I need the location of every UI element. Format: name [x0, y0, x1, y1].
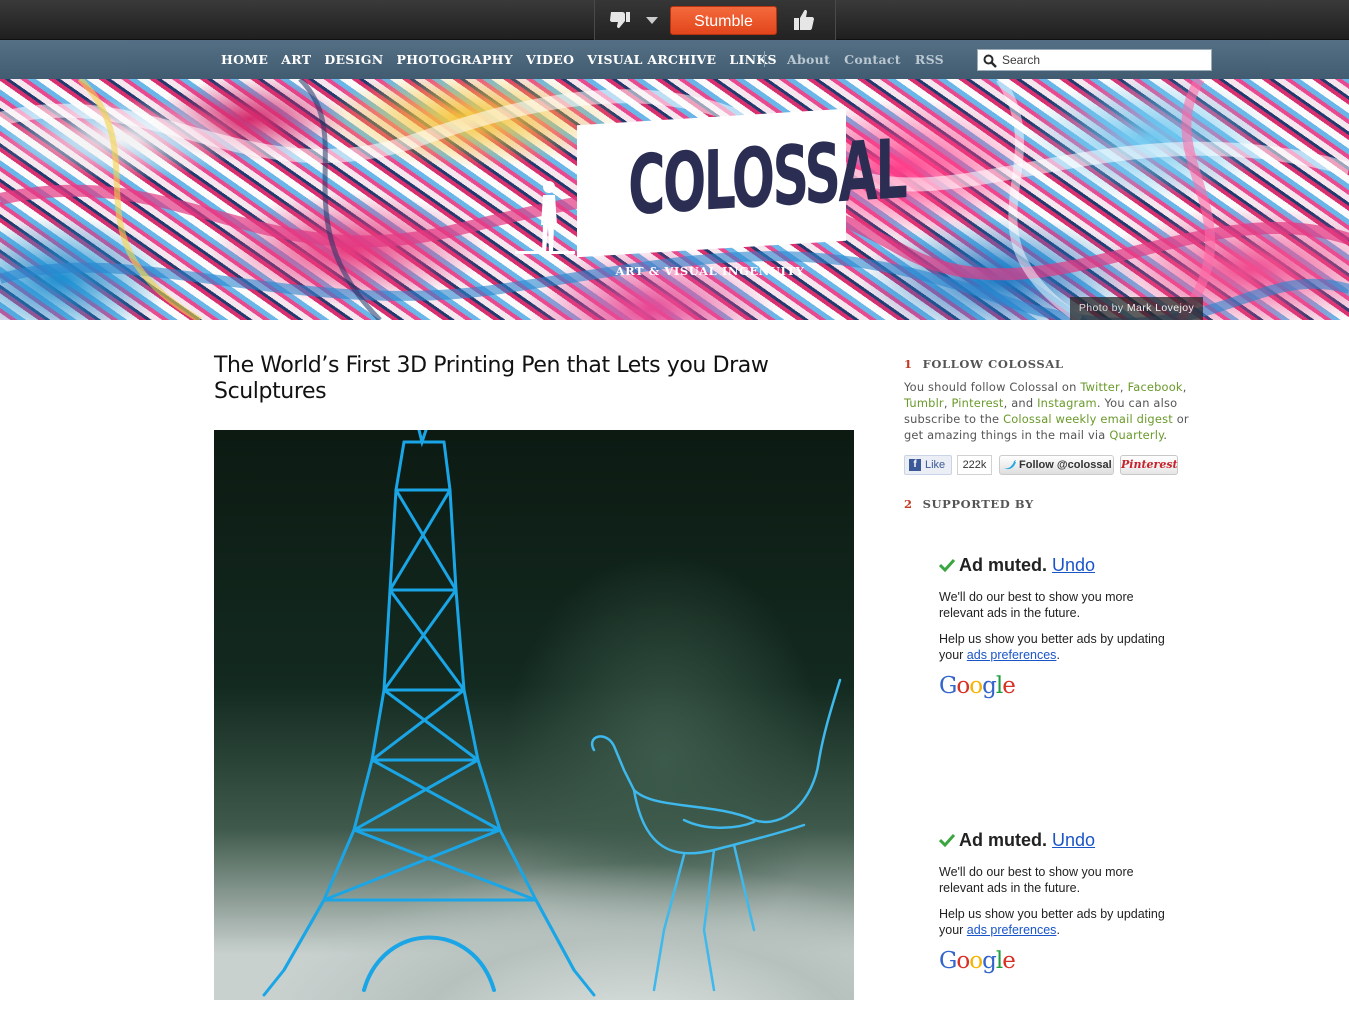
checkmark-icon	[939, 558, 955, 572]
email-digest-link[interactable]: Colossal weekly email digest	[1003, 412, 1173, 426]
thumb-down-icon[interactable]	[609, 10, 631, 32]
section-title: FOLLOW COLOSSAL	[922, 357, 1064, 371]
nav-about[interactable]: About	[787, 52, 830, 67]
separator: , and	[1003, 396, 1038, 410]
ads-preferences-link[interactable]: ads preferences	[967, 648, 1057, 662]
nav-contact[interactable]: Contact	[844, 52, 901, 67]
ad-muted-panel: Ad muted. Undo We'll do our best to show…	[939, 827, 1179, 978]
hero-banner: COLOSSAL ART & VISUAL INGENUITY Photo by…	[0, 79, 1349, 320]
follow-text: You should follow Colossal on	[904, 380, 1081, 394]
tumblr-link[interactable]: Tumblr	[904, 396, 944, 410]
facebook-icon: f	[909, 459, 921, 471]
ad-muted-text: Ad muted.	[959, 555, 1047, 575]
ad-muted-text: Ad muted.	[959, 830, 1047, 850]
site-logo[interactable]: COLOSSAL	[577, 108, 906, 258]
separator: ,	[1182, 380, 1187, 394]
ad-preferences-text: Help us show you better ads by updating …	[939, 632, 1179, 663]
article-title[interactable]: The World’s First 3D Printing Pen that L…	[214, 353, 854, 405]
stumble-controls: Stumble	[594, 0, 836, 40]
secondary-nav: About Contact RSS	[787, 40, 958, 79]
nav-home[interactable]: HOME	[221, 52, 268, 67]
photo-credit: Photo by Mark Lovejoy	[1070, 297, 1203, 320]
stumble-button[interactable]: Stumble	[670, 6, 777, 35]
nav-rss[interactable]: RSS	[915, 52, 944, 67]
like-count: 222k	[957, 455, 992, 475]
section-number: 2	[904, 497, 913, 511]
google-logo: Google	[939, 948, 1016, 974]
separator: ,	[1119, 380, 1128, 394]
logo-text: COLOSSAL	[628, 122, 906, 235]
quarterly-link[interactable]: Quarterly	[1109, 428, 1163, 442]
search-placeholder: Search	[1002, 53, 1041, 67]
nav-divider	[764, 51, 765, 67]
ad-muted-heading: Ad muted. Undo	[939, 827, 1179, 853]
twitter-bird-icon	[1004, 460, 1016, 470]
ad-feedback-text: We'll do our best to show you more relev…	[939, 590, 1134, 620]
nav-links[interactable]: LINKS	[729, 52, 776, 67]
main-navigation: HOME ART DESIGN PHOTOGRAPHY VIDEO VISUAL…	[0, 40, 1349, 79]
ad-muted-heading: Ad muted. Undo	[939, 552, 1179, 578]
site-tagline: ART & VISUAL INGENUITY	[615, 264, 805, 278]
section-number: 1	[904, 357, 913, 371]
nav-visual-archive[interactable]: VISUAL ARCHIVE	[587, 52, 716, 67]
like-label: Like	[925, 459, 946, 471]
3d-pen-sculptures-illustration	[262, 430, 842, 997]
primary-nav: HOME ART DESIGN PHOTOGRAPHY VIDEO VISUAL…	[221, 40, 790, 79]
ad-feedback-text: We'll do our best to show you more relev…	[939, 865, 1134, 895]
ad-muted-panel: Ad muted. Undo We'll do our best to show…	[939, 552, 1179, 703]
nav-video[interactable]: VIDEO	[526, 52, 574, 67]
nav-art[interactable]: ART	[281, 52, 311, 67]
twitter-link[interactable]: Twitter	[1080, 380, 1120, 394]
facebook-like-button[interactable]: f Like	[904, 455, 952, 475]
stumbleupon-toolbar: Stumble	[0, 0, 1349, 40]
follow-colossal-heading: 1 FOLLOW COLOSSAL	[904, 357, 1064, 371]
facebook-link[interactable]: Facebook	[1128, 380, 1183, 394]
nav-photography[interactable]: PHOTOGRAPHY	[397, 52, 513, 67]
undo-link[interactable]: Undo	[1052, 555, 1095, 575]
checkmark-icon	[939, 833, 955, 847]
undo-link[interactable]: Undo	[1052, 830, 1095, 850]
section-title: SUPPORTED BY	[922, 497, 1034, 511]
follow-description: You should follow Colossal on Twitter, F…	[904, 379, 1189, 443]
pinterest-link[interactable]: Pinterest	[951, 396, 1003, 410]
pinterest-button[interactable]: Pinterest	[1120, 455, 1178, 475]
search-icon	[983, 54, 997, 68]
chevron-down-icon[interactable]	[646, 17, 658, 24]
ad-preferences-suffix: .	[1056, 922, 1060, 937]
thumb-up-icon[interactable]	[792, 8, 816, 32]
ads-preferences-link[interactable]: ads preferences	[967, 923, 1057, 937]
search-input[interactable]: Search	[977, 49, 1212, 71]
ad-preferences-text: Help us show you better ads by updating …	[939, 907, 1179, 938]
google-logo: Google	[939, 673, 1016, 699]
photo-credit-prefix: Photo by	[1078, 302, 1127, 314]
twitter-follow-button[interactable]: Follow @colossal	[999, 455, 1114, 475]
supported-by-heading: 2 SUPPORTED BY	[904, 497, 1034, 511]
logo-figure-icon	[515, 181, 575, 254]
follow-label: Follow @colossal	[1019, 459, 1112, 471]
ad-preferences-suffix: .	[1056, 647, 1060, 662]
photo-credit-link[interactable]: Mark Lovejoy	[1127, 302, 1194, 314]
follow-text: .	[1163, 428, 1168, 442]
instagram-link[interactable]: Instagram	[1037, 396, 1097, 410]
article-image[interactable]	[214, 430, 854, 1000]
nav-design[interactable]: DESIGN	[324, 52, 383, 67]
